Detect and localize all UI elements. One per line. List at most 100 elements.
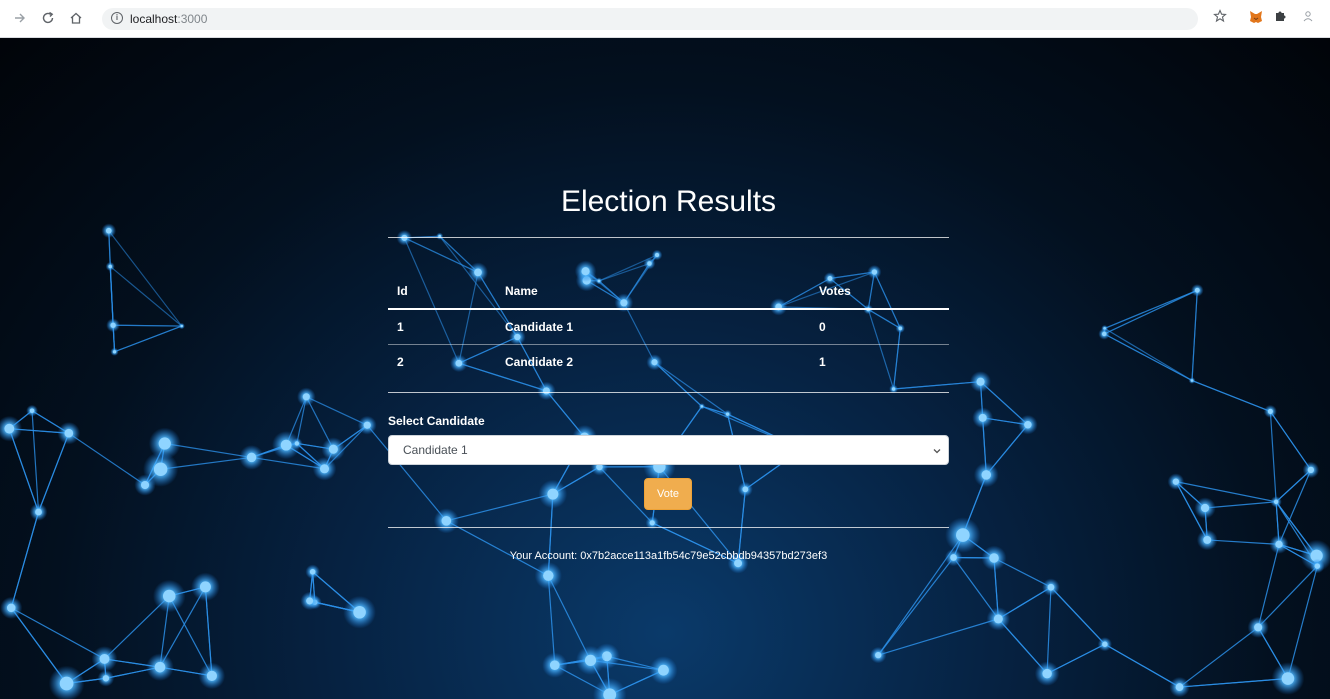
table-row: 2 Candidate 2 1 bbox=[388, 345, 949, 380]
network-node bbox=[1194, 287, 1200, 293]
network-line bbox=[878, 618, 999, 656]
network-line bbox=[109, 266, 183, 327]
home-icon[interactable] bbox=[66, 9, 86, 29]
column-header-votes: Votes bbox=[810, 274, 949, 310]
network-node bbox=[655, 252, 660, 258]
network-line bbox=[1104, 643, 1180, 688]
network-line bbox=[37, 433, 70, 513]
network-node bbox=[875, 651, 882, 659]
network-node bbox=[328, 444, 338, 454]
url-text[interactable]: localhost:3000 bbox=[130, 11, 207, 27]
network-line bbox=[113, 324, 182, 327]
network-node bbox=[4, 423, 15, 434]
network-line bbox=[893, 381, 981, 390]
network-node bbox=[956, 528, 970, 542]
network-node bbox=[1190, 379, 1194, 382]
network-node bbox=[154, 661, 166, 673]
network-line bbox=[1257, 565, 1318, 628]
network-line bbox=[1191, 290, 1198, 381]
network-node bbox=[647, 261, 652, 266]
results-table: Id Name Votes 1 Candidate 1 0 2 Candidat… bbox=[388, 274, 949, 379]
puzzle-extension-icon[interactable] bbox=[1270, 9, 1290, 29]
selected-candidate: Candidate 1 bbox=[403, 443, 468, 457]
network-node bbox=[1102, 641, 1108, 647]
network-node bbox=[1175, 683, 1184, 691]
star-icon[interactable] bbox=[1210, 9, 1230, 29]
network-line bbox=[1103, 289, 1198, 335]
column-header-id: Id bbox=[388, 274, 496, 310]
network-node bbox=[294, 441, 300, 446]
network-line bbox=[114, 325, 182, 353]
network-line bbox=[1046, 587, 1052, 674]
network-node bbox=[1042, 668, 1052, 679]
table-row: 1 Candidate 1 0 bbox=[388, 309, 949, 345]
candidate-name: Candidate 1 bbox=[496, 309, 810, 345]
network-node bbox=[112, 350, 117, 354]
reload-icon[interactable] bbox=[38, 9, 58, 29]
network-node bbox=[1273, 499, 1279, 504]
network-node bbox=[700, 405, 704, 408]
network-node bbox=[6, 603, 16, 613]
network-line bbox=[404, 237, 479, 273]
network-node bbox=[1024, 420, 1032, 429]
network-line bbox=[1278, 469, 1312, 545]
network-line bbox=[1179, 626, 1259, 688]
divider bbox=[388, 527, 949, 528]
network-line bbox=[877, 557, 955, 656]
network-line bbox=[68, 432, 146, 486]
network-node bbox=[110, 322, 116, 328]
network-node bbox=[64, 428, 74, 438]
network-node bbox=[1047, 583, 1055, 591]
divider bbox=[388, 392, 949, 393]
address-bar[interactable]: i localhost:3000 bbox=[102, 8, 1198, 30]
network-line bbox=[1104, 289, 1198, 329]
network-node bbox=[891, 387, 896, 391]
network-node bbox=[1200, 503, 1210, 513]
page-title: Election Results bbox=[560, 185, 777, 218]
network-node bbox=[35, 508, 42, 516]
info-icon[interactable]: i bbox=[111, 12, 123, 24]
network-line bbox=[1191, 379, 1271, 412]
network-node bbox=[353, 605, 366, 619]
network-node bbox=[542, 387, 550, 395]
network-node bbox=[981, 470, 992, 480]
network-node bbox=[993, 614, 1003, 624]
network-node bbox=[363, 421, 371, 429]
candidate-id: 1 bbox=[388, 309, 496, 345]
network-node bbox=[1314, 563, 1321, 569]
network-node bbox=[319, 464, 330, 474]
network-line bbox=[306, 396, 368, 426]
network-line bbox=[109, 266, 116, 352]
network-node bbox=[1254, 623, 1263, 632]
network-node bbox=[658, 664, 669, 676]
candidate-select[interactable]: Candidate 1 bbox=[388, 435, 949, 465]
select-candidate-label: Select Candidate bbox=[388, 414, 485, 428]
network-node bbox=[246, 452, 257, 463]
network-node bbox=[180, 324, 183, 328]
network-line bbox=[1103, 333, 1193, 382]
network-node bbox=[441, 515, 452, 526]
network-node bbox=[280, 439, 292, 451]
network-node bbox=[725, 412, 730, 416]
metamask-fox-icon[interactable] bbox=[1246, 9, 1266, 29]
network-line bbox=[1104, 327, 1193, 382]
network-node bbox=[105, 227, 112, 234]
network-node bbox=[549, 660, 560, 671]
profile-icon[interactable] bbox=[1298, 9, 1318, 29]
network-node bbox=[1172, 478, 1180, 485]
network-node bbox=[158, 437, 171, 450]
network-node bbox=[140, 480, 150, 490]
network-node bbox=[29, 408, 35, 414]
forward-arrow-icon[interactable] bbox=[10, 9, 30, 29]
network-line bbox=[10, 511, 40, 609]
candidate-name: Candidate 2 bbox=[505, 355, 574, 369]
network-node bbox=[976, 377, 985, 386]
network-line bbox=[1287, 565, 1318, 679]
network-line bbox=[1257, 544, 1280, 628]
network-node bbox=[162, 589, 176, 603]
network-line bbox=[108, 230, 183, 327]
network-node bbox=[1307, 466, 1315, 474]
vote-button[interactable]: Vote bbox=[644, 478, 692, 510]
network-node bbox=[989, 553, 999, 563]
account-address: Your Account: 0x7b2acce113a1fb54c79e52cb… bbox=[509, 550, 828, 562]
